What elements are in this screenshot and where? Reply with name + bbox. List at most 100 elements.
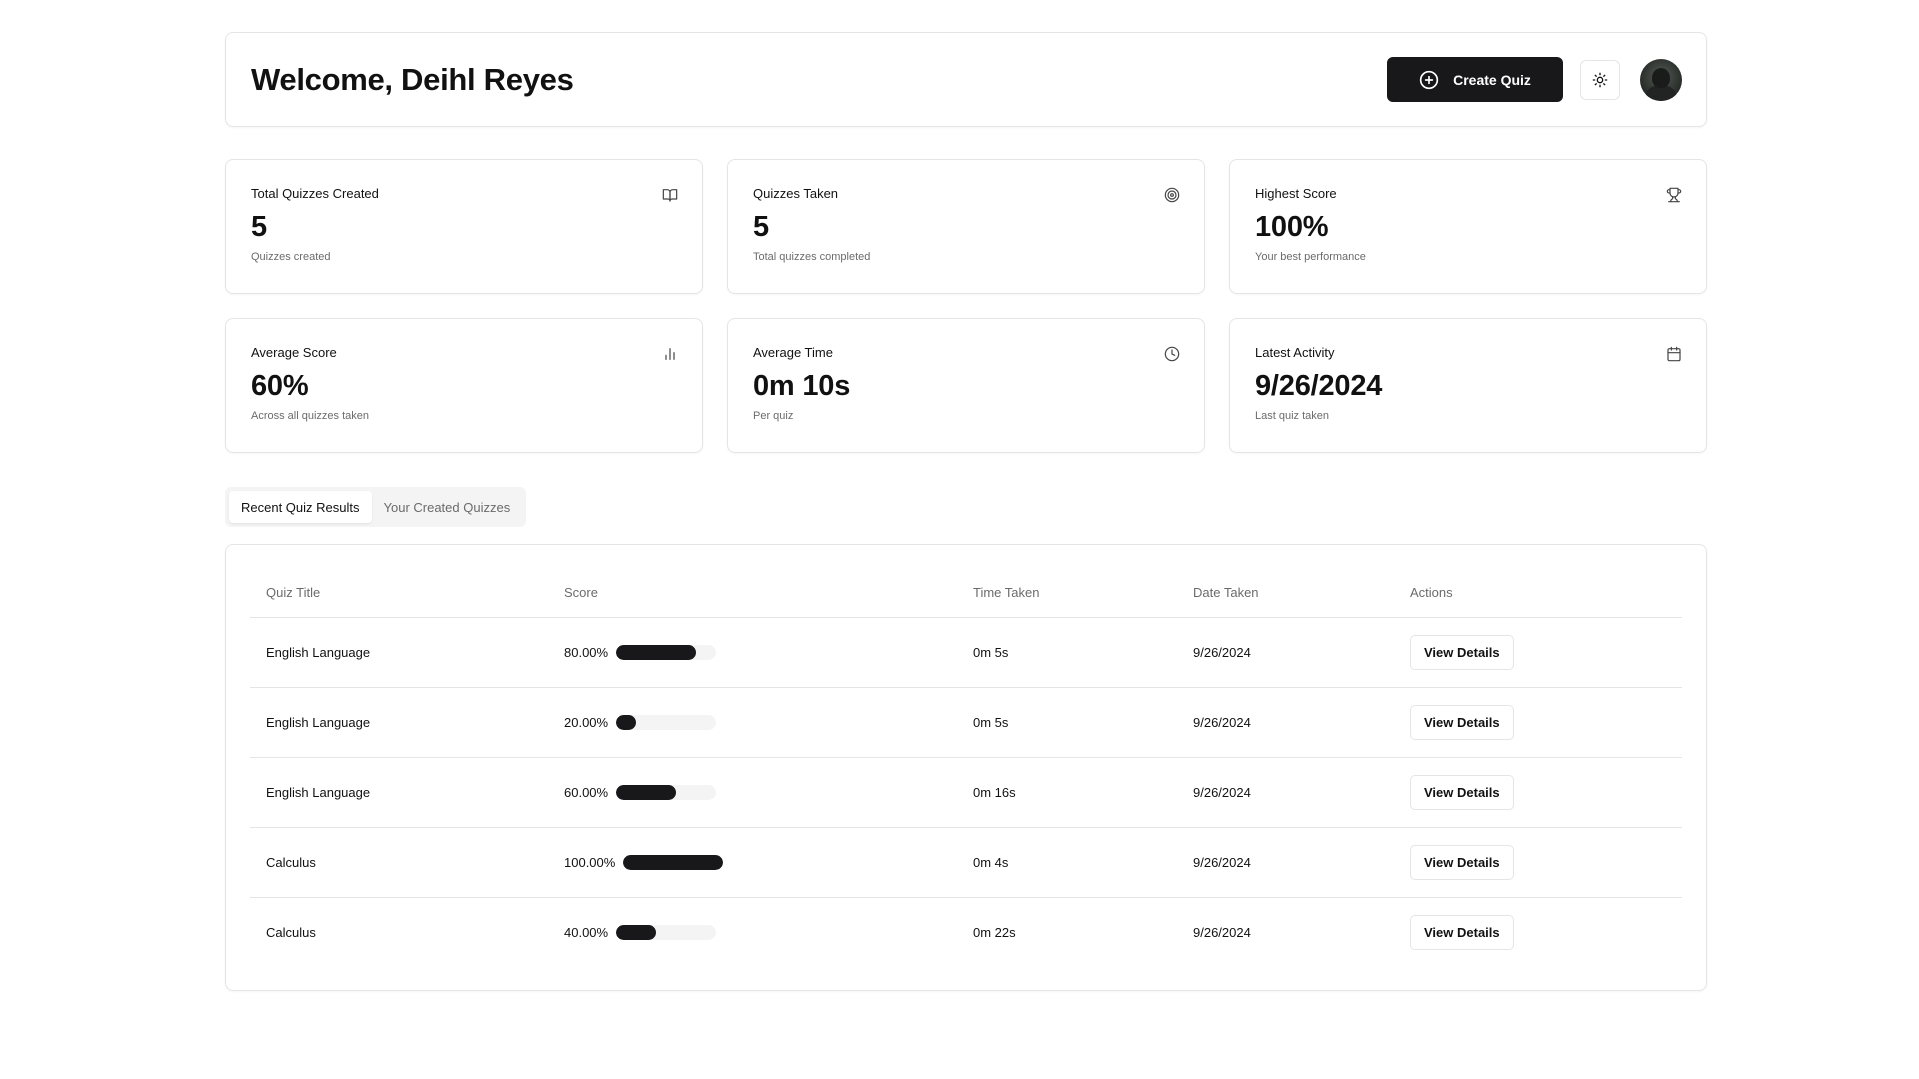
results-tabs: Recent Quiz Results Your Created Quizzes — [225, 487, 527, 527]
stat-card-latest-activity: Latest Activity 9/26/2024 Last quiz take… — [1229, 318, 1707, 453]
theme-toggle-button[interactable] — [1580, 59, 1620, 100]
stat-subtext: Total quizzes completed — [753, 251, 871, 263]
cell-actions: View Details — [1394, 897, 1682, 967]
create-quiz-button[interactable]: Create Quiz — [1387, 57, 1563, 102]
stat-value: 5 — [251, 211, 267, 243]
header-score: Score — [548, 569, 957, 618]
score-progress-fill — [616, 924, 657, 940]
calendar-icon — [1666, 346, 1682, 362]
score-text: 80.00% — [564, 644, 609, 660]
score-progress-fill — [616, 784, 677, 800]
trophy-icon — [1666, 187, 1682, 203]
header-actions: Create Quiz — [1387, 57, 1682, 102]
dashboard-page: Welcome, Deihl Reyes Create Quiz Total Q… — [0, 0, 1919, 1079]
cell-date-taken: 9/26/2024 — [1177, 757, 1394, 828]
score-progress-bar — [616, 924, 717, 940]
dashboard-container: Welcome, Deihl Reyes Create Quiz Total Q… — [225, 32, 1707, 991]
score-progress-fill — [623, 854, 724, 870]
view-details-button[interactable]: View Details — [1410, 704, 1514, 740]
cell-time-taken: 0m 5s — [957, 687, 1177, 758]
cell-score: 100.00% — [548, 827, 957, 898]
cell-actions: View Details — [1394, 757, 1682, 828]
cell-time-taken: 0m 16s — [957, 757, 1177, 828]
cell-time-taken: 0m 5s — [957, 617, 1177, 688]
stat-subtext: Across all quizzes taken — [251, 410, 369, 422]
table-row: Calculus 40.00% 0m 22s 9/26/2024 View De… — [250, 897, 1682, 967]
stats-grid: Total Quizzes Created 5 Quizzes created … — [225, 159, 1707, 453]
target-icon — [1164, 187, 1180, 203]
view-details-button[interactable]: View Details — [1410, 914, 1514, 950]
header-actions: Actions — [1394, 569, 1682, 618]
cell-score: 60.00% — [548, 757, 957, 828]
plus-circle-icon — [1419, 70, 1439, 90]
cell-score: 40.00% — [548, 897, 957, 967]
cell-time-taken: 0m 22s — [973, 924, 1016, 940]
cell-quiz-title: English Language — [250, 687, 548, 758]
cell-score: 20.00% — [548, 687, 957, 758]
cell-time-taken: 0m 4s — [957, 827, 1177, 898]
stat-label: Latest Activity — [1255, 345, 1335, 360]
book-open-icon — [662, 187, 678, 203]
stat-label: Average Score — [251, 345, 337, 360]
cell-quiz-title: English Language — [250, 757, 548, 828]
view-details-button[interactable]: View Details — [1410, 774, 1514, 810]
stat-subtext: Per quiz — [753, 410, 794, 422]
welcome-title: Welcome, Deihl Reyes — [251, 61, 574, 97]
cell-quiz-title: Calculus — [250, 827, 548, 898]
stat-card-average-score: Average Score 60% Across all quizzes tak… — [225, 318, 703, 453]
cell-actions: View Details — [1394, 617, 1682, 688]
tab-recent-quiz-results[interactable]: Recent Quiz Results — [229, 491, 372, 523]
score-text: 60.00% — [564, 784, 609, 800]
table-row: English Language 20.00% 0m 5s 9/26/2024 … — [250, 687, 1682, 758]
header-time-taken: Time Taken — [957, 569, 1177, 618]
cell-score: 80.00% — [548, 617, 957, 688]
view-details-button[interactable]: View Details — [1410, 634, 1514, 670]
header-date-taken: Date Taken — [1177, 569, 1394, 618]
score-progress-bar — [616, 784, 717, 800]
stat-value: 0m 10s — [753, 370, 851, 402]
score-progress-bar — [616, 644, 717, 660]
bar-chart-icon — [662, 346, 678, 362]
table-row: Calculus 100.00% 0m 4s 9/26/2024 View De… — [250, 827, 1682, 898]
table-header-row: Quiz Title Score Time Taken Date Taken A… — [250, 569, 1682, 618]
table-row: English Language 60.00% 0m 16s 9/26/2024… — [250, 757, 1682, 828]
tab-your-created-quizzes[interactable]: Your Created Quizzes — [372, 491, 523, 523]
score-progress-bar — [623, 854, 724, 870]
score-progress-bar — [616, 714, 717, 730]
stat-label: Total Quizzes Created — [251, 186, 379, 201]
score-progress-fill — [616, 644, 697, 660]
stat-value: 60% — [251, 370, 309, 402]
view-details-button[interactable]: View Details — [1410, 844, 1514, 880]
clock-icon — [1164, 346, 1180, 362]
stat-card-quizzes-taken: Quizzes Taken 5 Total quizzes completed — [727, 159, 1205, 294]
stat-value: 9/26/2024 — [1255, 370, 1383, 402]
stat-value: 100% — [1255, 211, 1329, 243]
score-progress-fill — [616, 714, 637, 730]
stat-label: Average Time — [753, 345, 833, 360]
stat-label: Highest Score — [1255, 186, 1337, 201]
stat-card-highest-score: Highest Score 100% Your best performance — [1229, 159, 1707, 294]
cell-actions: View Details — [1394, 687, 1682, 758]
score-text: 100.00% — [564, 854, 616, 870]
cell-date-taken: 9/26/2024 — [1177, 827, 1394, 898]
table-row: English Language 80.00% 0m 5s 9/26/2024 … — [250, 617, 1682, 688]
stat-value: 5 — [753, 211, 769, 243]
stat-subtext: Your best performance — [1255, 251, 1366, 263]
cell-actions: View Details — [1394, 827, 1682, 898]
cell-quiz-title: Calculus — [266, 924, 316, 940]
cell-date-taken: 9/26/2024 — [1177, 617, 1394, 688]
user-avatar[interactable] — [1640, 58, 1682, 101]
score-text: 40.00% — [564, 924, 609, 940]
quiz-results-card: Quiz Title Score Time Taken Date Taken A… — [225, 544, 1707, 991]
stat-label: Quizzes Taken — [753, 186, 839, 201]
stat-card-total-quizzes-created: Total Quizzes Created 5 Quizzes created — [225, 159, 703, 294]
score-text: 20.00% — [564, 714, 609, 730]
quiz-results-table: Quiz Title Score Time Taken Date Taken A… — [250, 569, 1682, 967]
cell-quiz-title: English Language — [250, 617, 548, 688]
stat-subtext: Quizzes created — [251, 251, 331, 263]
stat-card-average-time: Average Time 0m 10s Per quiz — [727, 318, 1205, 453]
sun-icon — [1592, 72, 1608, 88]
dashboard-header: Welcome, Deihl Reyes Create Quiz — [225, 32, 1707, 127]
stat-subtext: Last quiz taken — [1255, 410, 1329, 422]
create-quiz-label: Create Quiz — [1453, 71, 1531, 88]
